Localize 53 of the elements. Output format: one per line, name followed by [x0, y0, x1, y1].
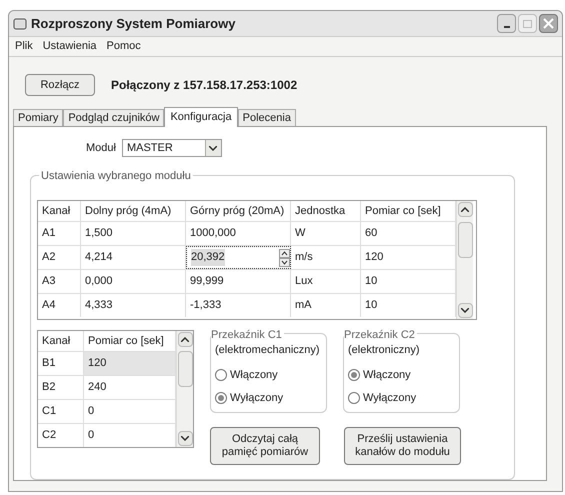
tab[interactable]: Konfiguracja	[164, 107, 238, 127]
table-cell: 99,999	[186, 270, 291, 293]
table-cell: 1,500	[81, 222, 186, 245]
table-cell: 4,333	[81, 294, 186, 317]
window-title: Rozproszony System Pomiarowy	[31, 14, 236, 33]
radio-button[interactable]	[215, 392, 227, 404]
relay-subtitle: (elektroniczny)	[348, 343, 421, 358]
scroll-bar[interactable]	[176, 331, 193, 447]
menu-item[interactable]: Pomoc	[106, 38, 141, 55]
column-header[interactable]: Kanał	[38, 331, 84, 351]
connection-status: Połączony z 157.158.17.253:1002	[111, 77, 298, 94]
action-button[interactable]: Odczytaj całą pamięć pomiarów	[210, 427, 320, 465]
table-cell: A4	[38, 294, 81, 317]
tab[interactable]: Podgląd czujników	[63, 109, 164, 126]
table-cell[interactable]: 120	[84, 352, 176, 375]
chevron-down-icon	[209, 146, 218, 150]
minimize-button[interactable]	[497, 14, 516, 33]
table-cell: m/s	[291, 246, 361, 269]
table-cell: 1000,000	[186, 222, 291, 245]
table-cell: A2	[38, 246, 81, 269]
group-title: Ustawienia wybranego modułu	[39, 168, 193, 184]
close-button[interactable]	[539, 14, 558, 33]
radio-label[interactable]: Włączony	[230, 366, 278, 383]
radio-button[interactable]	[348, 392, 360, 404]
table-cell: A1	[38, 222, 81, 245]
radio-label[interactable]: Wyłączony	[363, 390, 416, 406]
menu-item[interactable]: Ustawienia	[42, 38, 97, 55]
window-icon	[13, 18, 27, 30]
radio-label[interactable]: Włączony	[363, 366, 411, 383]
module-dropdown[interactable]: MASTER	[122, 139, 222, 157]
tab[interactable]: Polecenia	[238, 109, 296, 126]
table-cell: 4,214	[81, 246, 186, 269]
tab[interactable]: Pomiary	[13, 109, 64, 126]
table-cell: W	[291, 222, 361, 245]
table-cell: A3	[38, 270, 81, 293]
disconnect-button[interactable]: Rozłącz	[25, 74, 95, 96]
editing-spinner-field[interactable]: 20,392	[186, 246, 291, 269]
scroll-bar[interactable]	[456, 201, 473, 319]
scroll-thumb[interactable]	[178, 351, 192, 387]
table-cell: mA	[291, 294, 361, 317]
radio-button[interactable]	[215, 368, 227, 381]
close-icon	[543, 18, 554, 29]
module-label: Moduł	[86, 140, 116, 156]
spinner-arrows-icon[interactable]	[279, 248, 290, 266]
action-button[interactable]: Prześlij ustawienia kanałów do modułu	[344, 427, 461, 465]
scroll-thumb[interactable]	[458, 222, 472, 258]
table-cell: 0,000	[81, 270, 186, 293]
table-cell: Lux	[291, 270, 361, 293]
relay-subtitle: (elektromechaniczny)	[215, 343, 321, 358]
table-cell: -1,333	[186, 294, 291, 317]
radio-label[interactable]: Wyłączony	[230, 390, 284, 406]
radio-button[interactable]	[348, 368, 360, 381]
menu-item[interactable]: Plik	[15, 38, 33, 55]
